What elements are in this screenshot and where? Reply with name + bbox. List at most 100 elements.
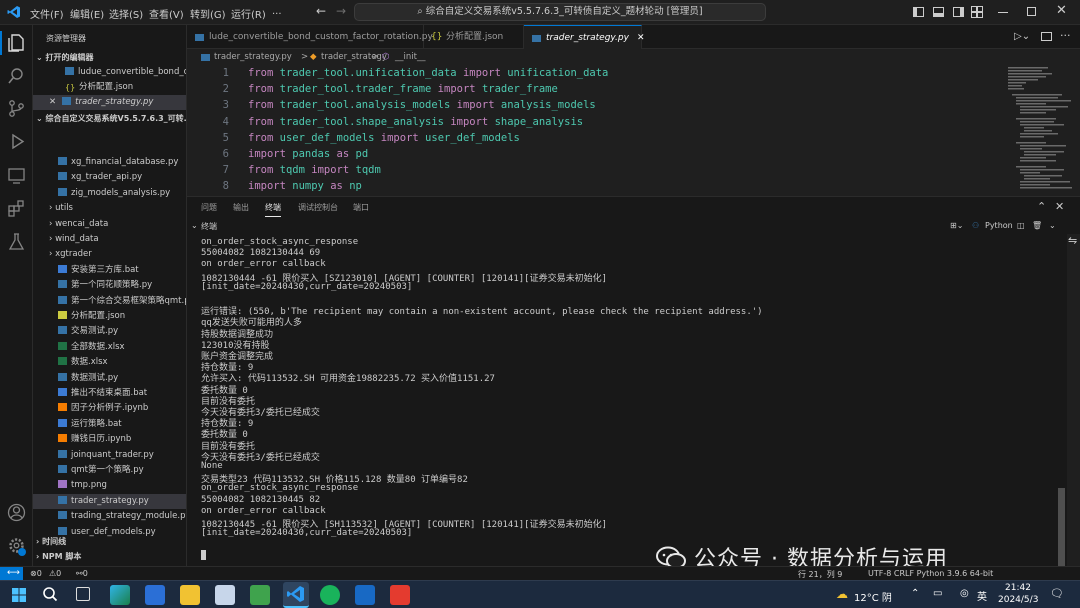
tray-chevron-icon[interactable]: ⌃ [911, 588, 919, 599]
terminal-more-icon[interactable]: ⌄ [1049, 221, 1056, 230]
close-tab-icon[interactable]: ✕ [637, 33, 645, 43]
open-editors-header[interactable]: ⌄ 打开的编辑器 [36, 50, 186, 65]
task-view-icon[interactable] [76, 587, 90, 601]
close-editor-icon[interactable]: ✕ [49, 97, 56, 107]
breadcrumb-file[interactable]: trader_strategy.py [214, 49, 292, 65]
file-tree-item[interactable]: 分析配置.json [33, 309, 186, 324]
file-tree-item[interactable]: 交易测试.py [33, 324, 186, 339]
more-actions-icon[interactable]: ··· [1060, 29, 1071, 42]
file-tree-item[interactable]: 第一个同花顺策略.py [33, 278, 186, 293]
tray-device-icon[interactable]: ▭ [933, 588, 942, 599]
settings-gear-icon[interactable] [6, 535, 27, 556]
file-explorer-icon[interactable] [180, 585, 200, 605]
menu-edit[interactable]: 编辑(E) [70, 6, 104, 21]
file-tree-item[interactable]: 赚钱日历.ipynb [33, 432, 186, 447]
app-m-icon[interactable] [355, 585, 375, 605]
file-tree-item[interactable]: 运行策略.bat [33, 417, 186, 432]
notification-icon[interactable]: 🗨 [1050, 587, 1064, 600]
account-icon[interactable] [6, 502, 27, 523]
file-tree-item[interactable]: › utils [33, 201, 186, 216]
terminal-tree-icon[interactable]: ⇋ [1068, 234, 1077, 247]
menu-file[interactable]: 文件(F) [30, 6, 64, 21]
file-tree-item[interactable]: 全部数据.xlsx [33, 340, 186, 355]
tab-analysis-config[interactable]: {} 分析配置.json [424, 25, 524, 49]
file-tree-item[interactable]: › wencai_data [33, 217, 186, 232]
tab-debug-console[interactable]: 调试控制台 [298, 202, 338, 213]
weather-text[interactable]: 12°C 阴 [854, 589, 892, 604]
tab-trader-strategy[interactable]: trader_strategy.py ✕ [524, 25, 645, 49]
cursor-position[interactable]: 行 21，列 9 [798, 569, 842, 580]
terminal-output[interactable]: on_order_stock_async_response 55004082 10… [187, 234, 1067, 566]
wechat-taskbar-icon[interactable] [320, 585, 340, 605]
toggle-secondary-sidebar-icon[interactable] [953, 7, 964, 17]
file-tree-item[interactable]: 数据.xlsx [33, 355, 186, 370]
close-panel-icon[interactable]: ✕ [1055, 200, 1064, 213]
open-editor-item-active[interactable]: ✕ trader_strategy.py [33, 95, 186, 110]
minimap[interactable] [1006, 65, 1072, 196]
file-tree-item[interactable]: joinquant_trader.py [33, 448, 186, 463]
menu-go[interactable]: 转到(G) [190, 6, 226, 21]
split-editor-icon[interactable] [1041, 32, 1052, 41]
menu-selection[interactable]: 选择(S) [109, 6, 143, 21]
windows-start-icon[interactable] [12, 588, 26, 602]
file-tree-item[interactable]: 因子分析例子.ipynb [33, 401, 186, 416]
remote-explorer-icon[interactable] [6, 165, 27, 186]
file-tree-item[interactable]: xg_trader_api.py [33, 170, 186, 185]
input-language[interactable]: 英 [977, 588, 987, 603]
remote-indicator[interactable]: ⟷ [0, 567, 23, 581]
source-control-icon[interactable] [6, 98, 27, 119]
tab-ports[interactable]: 端口 [353, 202, 369, 213]
mail-icon[interactable] [145, 585, 165, 605]
split-terminal-icon[interactable]: ◫ [1017, 221, 1025, 230]
new-terminal-icon[interactable]: ⊞⌄ [950, 221, 963, 230]
app-green-icon[interactable] [250, 585, 270, 605]
back-arrow-icon[interactable]: ← [316, 4, 326, 18]
status-right-items[interactable]: UTF-8 CRLF Python 3.9.6 64-bit [868, 569, 993, 578]
kill-terminal-icon[interactable]: 🗑 [1032, 221, 1042, 230]
toggle-sidebar-icon[interactable] [913, 7, 924, 17]
edge-browser-icon[interactable] [110, 585, 130, 605]
file-tree-item[interactable]: qmt第一个策略.py [33, 463, 186, 478]
tab-terminal[interactable]: 终端 [265, 202, 281, 217]
menu-more[interactable]: ... [272, 6, 282, 17]
clock-date[interactable]: 2024/5/3 [998, 595, 1038, 605]
breadcrumb-method[interactable]: __init__ [395, 49, 425, 65]
project-folder-header[interactable]: ⌄ 综合自定义交易系统V5.5.7.6.3_可转... [36, 111, 186, 126]
clock-time[interactable]: 21:42 [1005, 583, 1031, 593]
open-editor-item[interactable]: {} 分析配置.json [33, 80, 186, 95]
forward-arrow-icon[interactable]: → [336, 4, 346, 18]
errors-count[interactable]: ⊗0 [30, 569, 42, 578]
toggle-panel-icon[interactable] [933, 7, 944, 17]
store-icon[interactable] [215, 585, 235, 605]
explorer-icon[interactable] [6, 32, 27, 53]
file-tree-item[interactable]: trader_strategy.py [33, 493, 186, 509]
file-tree-item[interactable]: zig_models_analysis.py [33, 186, 186, 201]
testing-flask-icon[interactable] [6, 231, 27, 252]
timeline-header[interactable]: › 时间线 [36, 534, 186, 549]
terminal-profile[interactable]: Python [985, 221, 1013, 230]
ports-count[interactable]: ⚯0 [76, 569, 88, 578]
file-tree-item[interactable]: 推出不结束桌面.bat [33, 386, 186, 401]
tab-lude-convertible[interactable]: lude_convertible_bond_custom_factor_rota… [187, 25, 433, 49]
file-tree-item[interactable]: xg_financial_database.py [33, 155, 186, 170]
restore-icon[interactable] [1027, 7, 1036, 16]
terminal-section-label[interactable]: 终端 [201, 221, 217, 232]
run-debug-icon[interactable] [6, 131, 27, 152]
tab-problems[interactable]: 问题 [201, 202, 217, 213]
close-icon[interactable]: ✕ [1056, 3, 1067, 18]
file-tree-item[interactable]: 数据测试.py [33, 371, 186, 386]
open-editor-item[interactable]: ludue_convertible_bond_c... [33, 65, 186, 80]
npm-scripts-header[interactable]: › NPM 脚本 [36, 549, 186, 564]
menu-run[interactable]: 运行(R) [231, 6, 266, 21]
vscode-taskbar-icon[interactable] [283, 582, 309, 608]
file-tree-item[interactable]: 第一个综合交易框架策略qmt.py [33, 294, 186, 309]
tray-network-icon[interactable]: ◎ [960, 588, 969, 599]
terminal-scrollbar[interactable] [1058, 488, 1065, 566]
run-file-icon[interactable]: ▷⌄ [1014, 31, 1030, 42]
file-tree-item[interactable]: › xgtrader [33, 247, 186, 262]
file-tree-item[interactable]: 安装第三方库.bat [33, 263, 186, 278]
customize-layout-icon[interactable] [971, 6, 983, 18]
maximize-panel-icon[interactable]: ⌃ [1037, 200, 1046, 213]
search-sidebar-icon[interactable] [6, 65, 27, 86]
tab-output[interactable]: 输出 [233, 202, 249, 213]
